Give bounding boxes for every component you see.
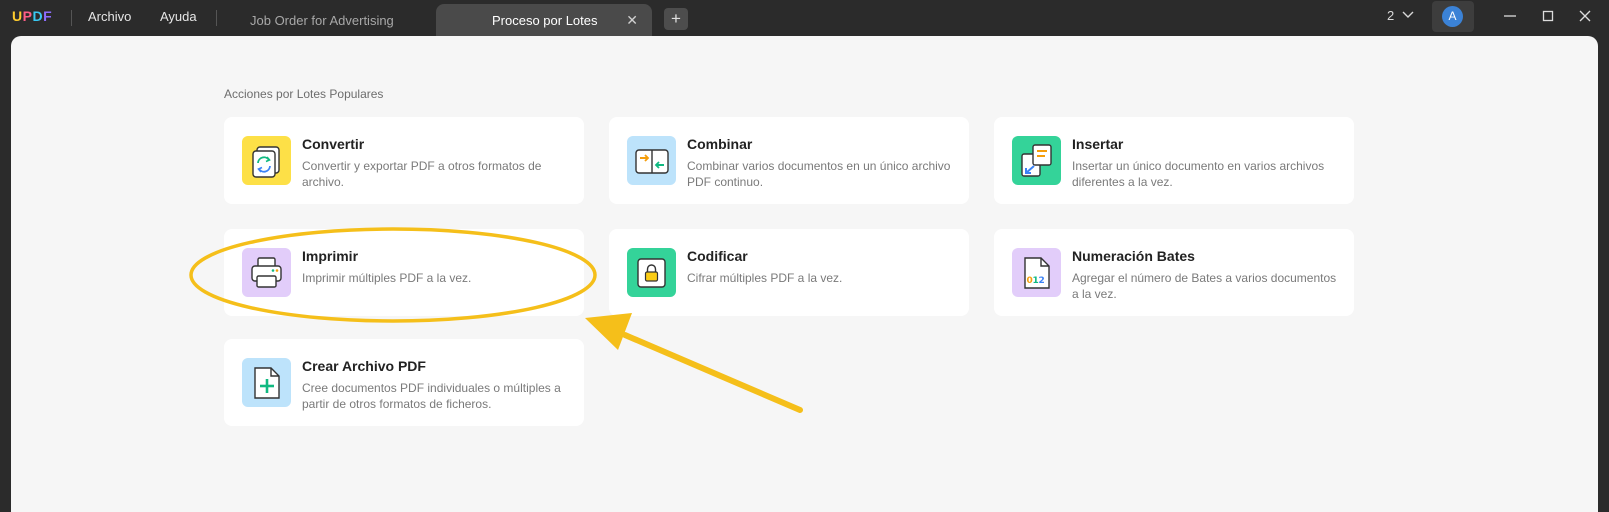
card-description: Combinar varios documentos en un único a…	[687, 159, 951, 189]
lock-icon	[627, 248, 676, 297]
maximize-icon[interactable]	[1539, 7, 1557, 25]
card-description: Cifrar múltiples PDF a la vez.	[687, 271, 843, 285]
card-title: Crear Archivo PDF	[302, 358, 426, 374]
card-description: Insertar un único documento en varios ar…	[1072, 159, 1325, 189]
create-pdf-icon	[242, 358, 291, 407]
card-title: Combinar	[687, 136, 753, 152]
card-description: Agregar el número de Bates a varios docu…	[1072, 271, 1337, 301]
card-insert[interactable]: Insertar Insertar un único documento en …	[994, 117, 1354, 204]
title-bar: UPDF Archivo Ayuda Job Order for Adverti…	[0, 0, 1609, 36]
card-title: Numeración Bates	[1072, 248, 1195, 264]
tab-label: Job Order for Advertising	[250, 13, 394, 28]
close-icon[interactable]: ✕	[626, 12, 638, 29]
card-description: Imprimir múltiples PDF a la vez.	[302, 271, 472, 285]
card-description: Convertir y exportar PDF a otros formato…	[302, 159, 542, 189]
card-encode[interactable]: Codificar Cifrar múltiples PDF a la vez.	[609, 229, 969, 316]
batch-process-panel: Acciones por Lotes Populares Convertir C…	[11, 36, 1598, 512]
bates-numbering-icon: 0 1 2	[1012, 248, 1061, 297]
section-title: Acciones por Lotes Populares	[224, 87, 384, 101]
close-window-icon[interactable]	[1576, 7, 1594, 25]
card-print[interactable]: Imprimir Imprimir múltiples PDF a la vez…	[224, 229, 584, 316]
menu-file[interactable]: Archivo	[88, 9, 131, 24]
menu-help[interactable]: Ayuda	[160, 9, 197, 24]
card-title: Convertir	[302, 136, 365, 152]
updf-logo: UPDF	[12, 8, 53, 24]
printer-icon	[242, 248, 291, 297]
window-count[interactable]: 2	[1387, 8, 1394, 23]
add-tab-button[interactable]: +	[664, 8, 688, 30]
divider	[71, 10, 72, 26]
insert-icon	[1012, 136, 1061, 185]
card-convert[interactable]: Convertir Convertir y exportar PDF a otr…	[224, 117, 584, 204]
avatar: A	[1442, 6, 1463, 27]
card-combine[interactable]: Combinar Combinar varios documentos en u…	[609, 117, 969, 204]
svg-text:2: 2	[1039, 276, 1045, 286]
minimize-icon[interactable]	[1501, 7, 1519, 25]
card-title: Codificar	[687, 248, 748, 264]
card-title: Insertar	[1072, 136, 1124, 152]
tab-job-order[interactable]: Job Order for Advertising	[222, 4, 432, 36]
tab-batch-process[interactable]: Proceso por Lotes ✕	[436, 4, 652, 36]
convert-icon	[242, 136, 291, 185]
tab-label: Proceso por Lotes	[492, 13, 598, 28]
divider	[216, 10, 217, 26]
card-description: Cree documentos PDF individuales o múlti…	[302, 381, 561, 411]
card-create-pdf[interactable]: Crear Archivo PDF Cree documentos PDF in…	[224, 339, 584, 426]
combine-icon	[627, 136, 676, 185]
card-title: Imprimir	[302, 248, 359, 264]
card-bates-numbering[interactable]: 0 1 2 Numeración Bates Agregar el número…	[994, 229, 1354, 316]
chevron-down-icon[interactable]	[1401, 8, 1415, 22]
account-button[interactable]: A	[1432, 1, 1474, 32]
